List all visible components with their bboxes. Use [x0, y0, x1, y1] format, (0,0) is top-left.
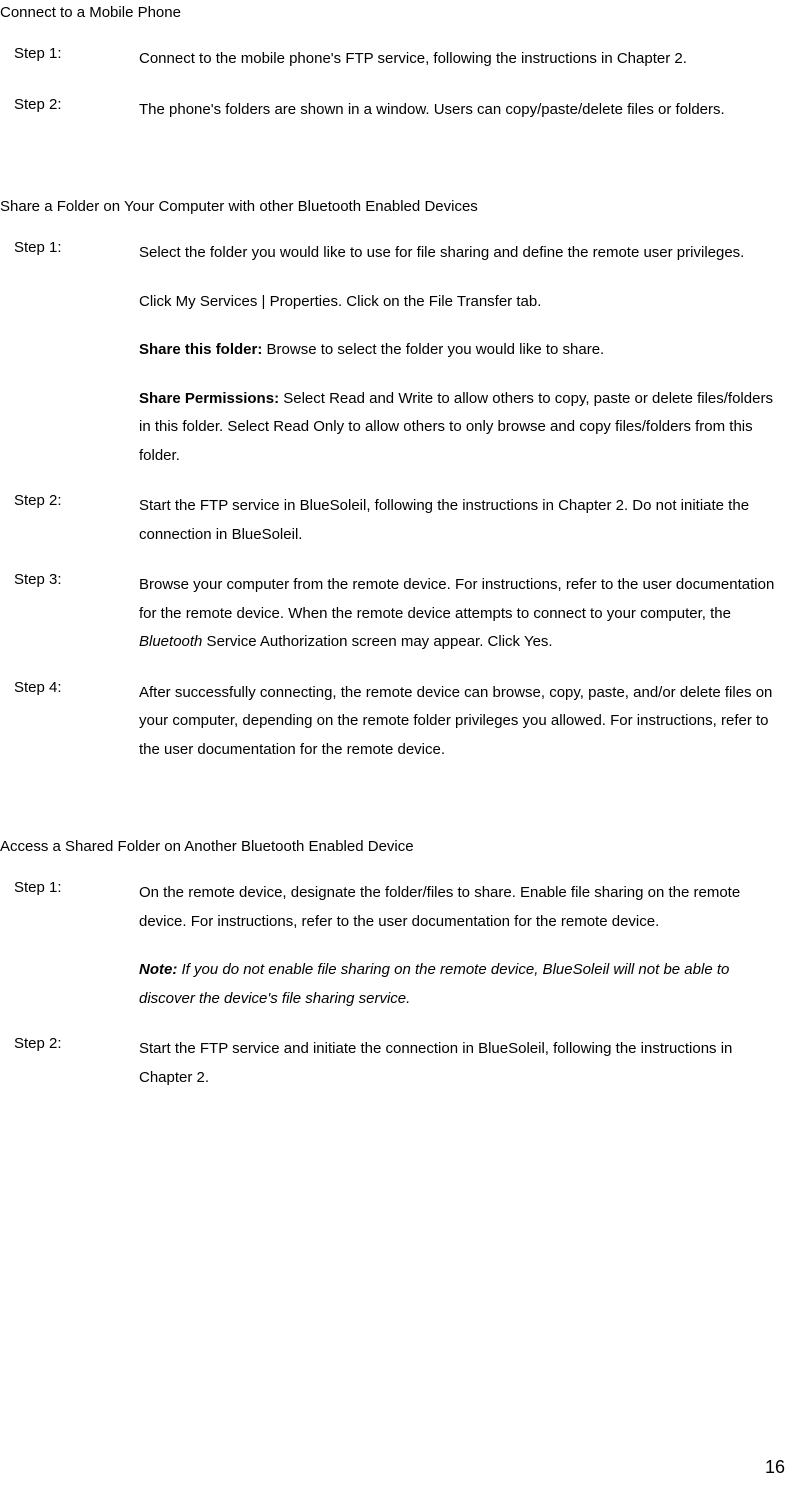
text-run: If you do not enable file sharing on the… — [139, 961, 729, 1007]
step-body: Select the folder you would like to use … — [139, 239, 785, 470]
step-body: The phone's folders are shown in a windo… — [139, 96, 785, 125]
step-label: Step 1: — [14, 45, 139, 74]
section-title: Share a Folder on Your Computer with oth… — [0, 194, 785, 215]
paragraph: Share Permissions: Select Read and Write… — [139, 385, 785, 471]
step-label: Step 3: — [14, 571, 139, 657]
step-row: Step 2:Start the FTP service in BlueSole… — [14, 492, 785, 549]
step-label: Step 2: — [14, 96, 139, 125]
step-row: Step 4:After successfully connecting, th… — [14, 679, 785, 765]
text-run: Select the folder you would like to use … — [139, 244, 744, 261]
paragraph: Click My Services | Properties. Click on… — [139, 288, 785, 317]
text-run: Start the FTP service in BlueSoleil, fol… — [139, 497, 749, 543]
text-run: On the remote device, designate the fold… — [139, 884, 740, 930]
page: Connect to a Mobile PhoneStep 1:Connect … — [0, 0, 805, 1490]
step-label: Step 2: — [14, 1035, 139, 1092]
text-run: Share this folder: — [139, 341, 267, 358]
step-row: Step 1:Connect to the mobile phone's FTP… — [14, 45, 785, 74]
paragraph: Browse your computer from the remote dev… — [139, 571, 785, 657]
text-run: Connect to the mobile phone's FTP servic… — [139, 50, 687, 67]
text-run: Share Permissions: — [139, 390, 283, 407]
text-run: Click My Services | Properties. Click on… — [139, 293, 541, 310]
step-label: Step 1: — [14, 239, 139, 470]
step-label: Step 1: — [14, 879, 139, 1013]
text-run: After successfully connecting, the remot… — [139, 684, 772, 758]
step-row: Step 1:Select the folder you would like … — [14, 239, 785, 470]
step-body: Start the FTP service in BlueSoleil, fol… — [139, 492, 785, 549]
section-title: Access a Shared Folder on Another Blueto… — [0, 834, 785, 855]
step-label: Step 4: — [14, 679, 139, 765]
text-run: Browse your computer from the remote dev… — [139, 576, 774, 622]
paragraph: The phone's folders are shown in a windo… — [139, 96, 785, 125]
paragraph: After successfully connecting, the remot… — [139, 679, 785, 765]
text-run: Browse to select the folder you would li… — [267, 341, 605, 358]
step-body: On the remote device, designate the fold… — [139, 879, 785, 1013]
page-number: 16 — [765, 1457, 785, 1478]
step-label: Step 2: — [14, 492, 139, 549]
step-row: Step 3:Browse your computer from the rem… — [14, 571, 785, 657]
text-run: Note: — [139, 961, 177, 978]
step-body: Browse your computer from the remote dev… — [139, 571, 785, 657]
step-body: Start the FTP service and initiate the c… — [139, 1035, 785, 1092]
paragraph: On the remote device, designate the fold… — [139, 879, 785, 936]
section-title: Connect to a Mobile Phone — [0, 0, 785, 21]
paragraph: Select the folder you would like to use … — [139, 239, 785, 268]
paragraph: Start the FTP service in BlueSoleil, fol… — [139, 492, 785, 549]
step-row: Step 1:On the remote device, designate t… — [14, 879, 785, 1013]
paragraph: Share this folder: Browse to select the … — [139, 336, 785, 365]
step-body: Connect to the mobile phone's FTP servic… — [139, 45, 785, 74]
paragraph: Note: If you do not enable file sharing … — [139, 956, 785, 1013]
content: Connect to a Mobile PhoneStep 1:Connect … — [0, 0, 785, 1092]
text-run: The phone's folders are shown in a windo… — [139, 101, 725, 118]
text-run: Bluetooth — [139, 633, 202, 650]
paragraph: Connect to the mobile phone's FTP servic… — [139, 45, 785, 74]
step-row: Step 2:Start the FTP service and initiat… — [14, 1035, 785, 1092]
text-run: Start the FTP service and initiate the c… — [139, 1040, 732, 1086]
step-body: After successfully connecting, the remot… — [139, 679, 785, 765]
step-row: Step 2:The phone's folders are shown in … — [14, 96, 785, 125]
text-run: Service Authorization screen may appear.… — [202, 633, 552, 650]
paragraph: Start the FTP service and initiate the c… — [139, 1035, 785, 1092]
